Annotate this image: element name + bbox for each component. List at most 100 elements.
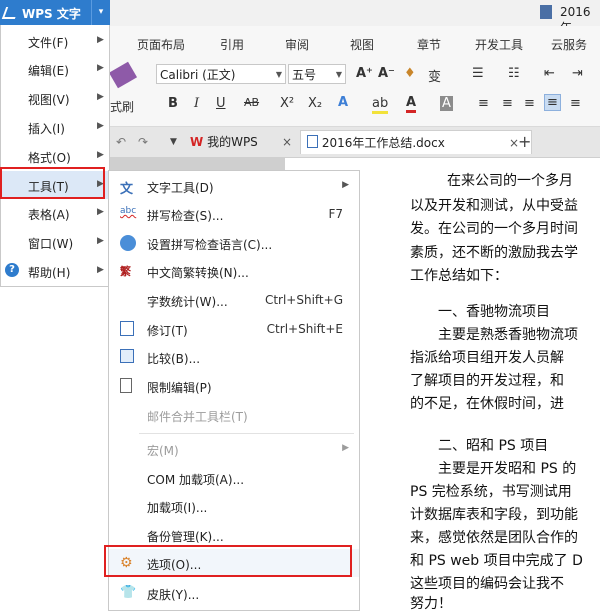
tab-cloud-services[interactable]: 云服务	[551, 36, 587, 53]
menu-item-compare[interactable]: 比较(B)...	[109, 343, 359, 371]
menu-item-addins[interactable]: 加载项(I)...	[109, 492, 359, 520]
menu-item-label: 备份管理(K)...	[147, 530, 224, 544]
menu-item-skin[interactable]: 👕 皮肤(Y)...	[109, 579, 359, 607]
font-color-icon[interactable]: A	[406, 95, 417, 113]
tab-document[interactable]: 2016年工作总结.docx ×	[300, 130, 532, 154]
menu-item-help[interactable]: ? 帮助(H) ▶	[1, 257, 109, 285]
char-shading-icon[interactable]: A	[440, 96, 453, 111]
menu-item-com-addins[interactable]: COM 加载项(A)...	[109, 464, 359, 492]
phonetic-guide-icon[interactable]: 变	[428, 66, 441, 85]
text-effect-icon[interactable]: A	[338, 95, 348, 110]
chevron-right-icon: ▶	[97, 236, 104, 246]
menu-item-label: 宏(M)	[147, 444, 179, 458]
strikethrough-icon[interactable]: AB	[244, 96, 259, 109]
doc-line: 主要是熟悉香驰物流项	[438, 327, 578, 343]
chevron-down-icon[interactable]: ▼	[276, 65, 282, 85]
font-size-value: 五号	[292, 68, 317, 82]
shrink-font-icon[interactable]: A⁻	[378, 66, 395, 81]
font-size-select[interactable]: 五号 ▼	[288, 64, 346, 84]
new-tab-button[interactable]: +	[518, 130, 531, 154]
redo-icon[interactable]: ↷	[138, 130, 148, 154]
chevron-right-icon: ▶	[97, 207, 104, 217]
wps-logo-icon	[1, 7, 20, 19]
subscript-icon[interactable]: X₂	[308, 96, 322, 111]
language-icon	[120, 235, 136, 251]
bold-icon[interactable]: B	[168, 96, 178, 111]
tab-my-wps[interactable]: W 我的WPS ×	[190, 130, 292, 154]
restrict-edit-icon	[120, 378, 132, 393]
chevron-down-icon[interactable]: ▼	[336, 65, 342, 85]
tab-developer[interactable]: 开发工具	[475, 36, 523, 53]
chevron-down-icon[interactable]: ▾	[91, 0, 110, 25]
menu-item-macro[interactable]: 宏(M) ▶	[109, 435, 359, 463]
doc-heading: 一、香驰物流项目	[438, 304, 550, 320]
menu-item-label: 文件(F)	[28, 36, 69, 50]
justify-icon[interactable]: ≡	[544, 94, 561, 111]
menu-item-chinese-convert[interactable]: 繁 中文简繁转换(N)...	[109, 257, 359, 285]
menu-item-mail-merge-toolbar[interactable]: 邮件合并工具栏(T)	[109, 401, 359, 429]
wps-app-menu-button[interactable]: WPS 文字 ▾	[0, 0, 110, 25]
increase-indent-icon[interactable]: ⇥	[572, 66, 583, 81]
doc-line: 工作总结如下：	[410, 268, 508, 284]
align-right-icon[interactable]: ≡	[524, 96, 535, 111]
menu-item-file[interactable]: 文件(F) ▶	[1, 27, 109, 55]
decrease-indent-icon[interactable]: ⇤	[544, 66, 555, 81]
underline-icon[interactable]: U	[216, 96, 226, 111]
ribbon-toolbar: 式刷 Calibri (正文) ▼ 五号 ▼ A⁺ A⁻ ♦ 变 ☰ ☷ ⇤ ⇥…	[108, 58, 600, 127]
tab-references[interactable]: 引用	[220, 36, 244, 53]
clear-format-icon[interactable]: ♦	[404, 66, 416, 81]
doc-line: 以及开发和测试，从中受益	[410, 198, 578, 214]
highlight-icon[interactable]: ab	[372, 96, 389, 114]
doc-line: 来，感觉依然是团队合作的	[410, 530, 578, 546]
menu-item-spell-language[interactable]: 设置拼写检查语言(C)...	[109, 229, 359, 257]
numbered-list-icon[interactable]: ☷	[508, 66, 520, 81]
superscript-icon[interactable]: X²	[280, 96, 294, 111]
document-tab-strip: ↶ ↷ ▼ W 我的WPS × 2016年工作总结.docx × +	[110, 127, 600, 158]
align-center-icon[interactable]: ≡	[502, 96, 513, 111]
menu-item-restrict-edit[interactable]: 限制编辑(P)	[109, 372, 359, 400]
tab-my-wps-label: 我的WPS	[207, 135, 258, 149]
menu-item-label: 文字工具(D)	[147, 181, 214, 195]
undo-icon[interactable]: ↶	[116, 130, 126, 154]
distributed-align-icon[interactable]: ≡	[570, 96, 581, 111]
doc-line: 计数据库表和字段，到功能	[410, 507, 578, 523]
doc-line: 了解项目的开发过程，和	[410, 373, 564, 389]
menu-item-label: COM 加载项(A)...	[147, 473, 245, 487]
chevron-right-icon: ▶	[342, 443, 349, 453]
tab-page-layout[interactable]: 页面布局	[137, 36, 185, 53]
menu-item-track-changes[interactable]: 修订(T) Ctrl+Shift+E	[109, 315, 359, 343]
menu-item-label: 中文简繁转换(N)...	[147, 266, 249, 280]
shortcut-label: Ctrl+Shift+E	[266, 322, 343, 336]
shortcut-label: F7	[328, 207, 343, 221]
menu-item-spell-check[interactable]: abc 拼写检查(S)... F7	[109, 200, 359, 228]
doc-line: 素质，还不断的激励我去学	[410, 245, 578, 261]
close-icon[interactable]: ×	[282, 130, 292, 154]
tab-section[interactable]: 章节	[417, 36, 441, 53]
menu-item-insert[interactable]: 插入(I) ▶	[1, 113, 109, 141]
track-changes-icon	[120, 321, 134, 336]
menu-item-view[interactable]: 视图(V) ▶	[1, 84, 109, 112]
doc-line: 努力！	[410, 596, 452, 612]
menu-item-edit[interactable]: 编辑(E) ▶	[1, 55, 109, 83]
doc-line: 的不足，在休假时间，进	[410, 396, 564, 412]
tab-view[interactable]: 视图	[350, 36, 374, 53]
menu-item-word-count[interactable]: 字数统计(W)... Ctrl+Shift+G	[109, 286, 359, 314]
grow-font-icon[interactable]: A⁺	[356, 66, 373, 81]
menu-item-format[interactable]: 格式(O) ▶	[1, 142, 109, 170]
doc-line: 主要是开发昭和 PS 的	[438, 461, 577, 477]
bullet-list-icon[interactable]: ☰	[472, 66, 484, 81]
chevron-down-icon[interactable]: ▼	[170, 130, 177, 154]
menu-item-text-tools[interactable]: 文 文字工具(D) ▶	[109, 172, 359, 200]
skin-icon: 👕	[120, 585, 137, 600]
menu-separator	[139, 433, 354, 434]
align-left-icon[interactable]: ≡	[478, 96, 489, 111]
tab-review[interactable]: 审阅	[285, 36, 309, 53]
italic-icon[interactable]: I	[194, 96, 199, 111]
format-painter-icon[interactable]	[108, 61, 138, 89]
menu-item-table[interactable]: 表格(A) ▶	[1, 199, 109, 227]
menu-item-label: 窗口(W)	[28, 237, 74, 251]
menu-item-label: 限制编辑(P)	[147, 381, 212, 395]
menu-item-window[interactable]: 窗口(W) ▶	[1, 228, 109, 256]
chevron-right-icon: ▶	[97, 63, 104, 73]
font-name-select[interactable]: Calibri (正文) ▼	[156, 64, 286, 84]
